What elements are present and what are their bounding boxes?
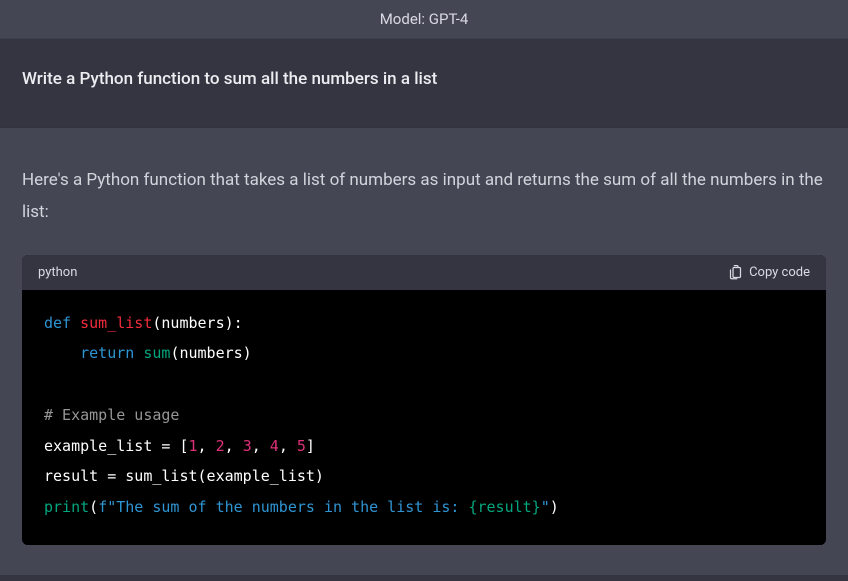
- code-token: result = sum_list(example_list): [44, 467, 324, 485]
- code-token: f"The sum of the numbers in the list is:: [98, 498, 468, 516]
- code-header: python Copy code: [22, 255, 826, 290]
- code-token: 5: [297, 437, 306, 455]
- code-token: return: [80, 344, 134, 362]
- model-label: Model: GPT-4: [380, 10, 469, 28]
- code-token: 4: [270, 437, 279, 455]
- code-token: 2: [216, 437, 225, 455]
- user-message: Write a Python function to sum all the n…: [0, 39, 848, 127]
- code-token: print: [44, 498, 89, 516]
- code-token: def: [44, 314, 71, 332]
- code-token: (numbers): [170, 344, 251, 362]
- code-token: ,: [252, 437, 270, 455]
- model-header: Model: GPT-4: [0, 0, 848, 39]
- code-token: example_list = [: [44, 437, 189, 455]
- code-language-label: python: [38, 265, 77, 280]
- user-prompt-text: Write a Python function to sum all the n…: [22, 69, 437, 89]
- code-token: ]: [306, 437, 315, 455]
- code-token: ): [550, 498, 559, 516]
- code-token: sum_list: [80, 314, 152, 332]
- clipboard-icon: [728, 265, 743, 280]
- copy-code-label: Copy code: [749, 265, 810, 280]
- code-token: 1: [189, 437, 198, 455]
- code-token: (numbers):: [152, 314, 242, 332]
- code-body[interactable]: def sum_list(numbers): return sum(number…: [22, 290, 826, 545]
- code-token: ,: [225, 437, 243, 455]
- code-token: ,: [198, 437, 216, 455]
- code-token: ,: [279, 437, 297, 455]
- code-token: (: [89, 498, 98, 516]
- code-token: sum: [143, 344, 170, 362]
- code-token: {result}: [468, 498, 540, 516]
- copy-code-button[interactable]: Copy code: [728, 265, 810, 280]
- code-block: python Copy code def sum_list(numbers): …: [22, 255, 826, 545]
- assistant-message: Here's a Python function that takes a li…: [0, 127, 848, 575]
- code-token: # Example usage: [44, 406, 179, 424]
- assistant-intro-text: Here's a Python function that takes a li…: [22, 164, 826, 229]
- code-token: 3: [243, 437, 252, 455]
- code-token: ": [541, 498, 550, 516]
